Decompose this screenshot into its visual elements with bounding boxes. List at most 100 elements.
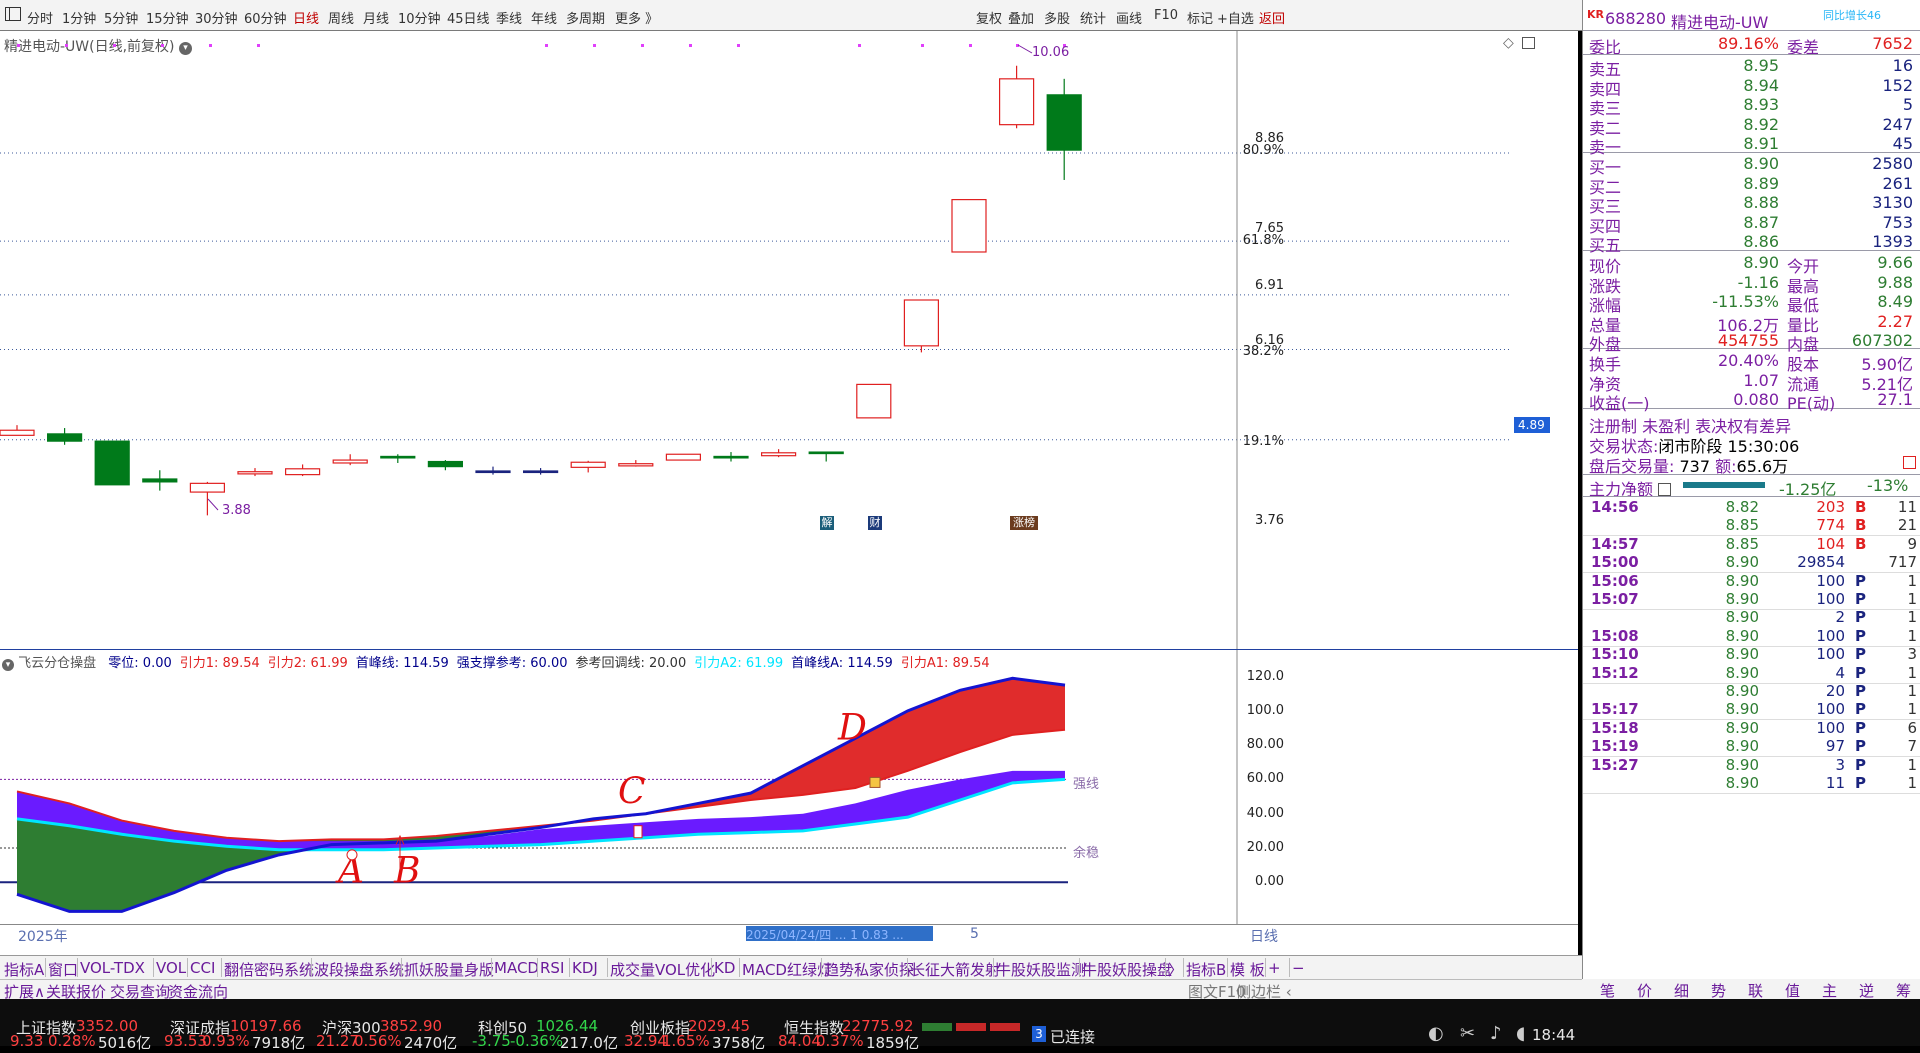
period-tab[interactable]: 多周期 bbox=[566, 8, 605, 27]
indicator-tab[interactable]: 长征大箭发射 bbox=[910, 959, 1000, 980]
period-tab[interactable]: 季线 bbox=[496, 8, 522, 27]
connection-badge[interactable]: 3 bbox=[1032, 1026, 1046, 1042]
toolbar-action[interactable]: 返回 bbox=[1259, 8, 1285, 27]
period-tab[interactable]: 月线 bbox=[363, 8, 389, 27]
candle[interactable] bbox=[189, 481, 225, 516]
period-tab[interactable]: 60分钟 bbox=[244, 8, 287, 27]
indicator-tab[interactable]: 翻倍密码系统 bbox=[224, 959, 314, 980]
period-tab[interactable]: 更多 》 bbox=[615, 8, 658, 27]
tools-icon[interactable]: ✂ bbox=[1460, 1023, 1475, 1044]
period-tab[interactable]: 30分钟 bbox=[195, 8, 238, 27]
indicator-tab[interactable]: RSI bbox=[540, 959, 564, 977]
indicator-tab[interactable]: MACD红绿灯 bbox=[742, 959, 832, 980]
period-tab[interactable]: 5分钟 bbox=[104, 8, 138, 27]
candle[interactable] bbox=[665, 453, 702, 461]
quote-tab[interactable]: 联 bbox=[1748, 980, 1763, 1001]
candle[interactable] bbox=[522, 468, 559, 475]
candle[interactable] bbox=[951, 199, 987, 253]
toolbar-action[interactable]: 多股 bbox=[1044, 8, 1070, 27]
period-tab[interactable]: 10分钟 bbox=[398, 8, 441, 27]
extension-tabs: 扩展∧ 关联报价 交易查询 资金流向 图文F10 侧边栏 ‹ bbox=[0, 979, 1582, 1001]
period-tab[interactable]: 15分钟 bbox=[146, 8, 189, 27]
candle[interactable] bbox=[380, 454, 416, 463]
indicator-tab[interactable]: 牛股妖股监测 bbox=[996, 959, 1086, 980]
toolbar-action[interactable]: 复权 bbox=[976, 8, 1002, 27]
indicator-plot[interactable]: A BCD bbox=[0, 650, 1578, 925]
quote-tab[interactable]: 势 bbox=[1711, 980, 1726, 1001]
quote-tab[interactable]: 笔 bbox=[1600, 980, 1615, 1001]
period-tab[interactable]: 周线 bbox=[328, 8, 354, 27]
indicator-tab[interactable]: 波段操盘系统 bbox=[314, 959, 404, 980]
period-tab[interactable]: 分时 bbox=[27, 8, 53, 27]
bell-icon[interactable]: ♪ bbox=[1490, 1023, 1502, 1044]
toolbar-action[interactable]: 叠加 bbox=[1008, 8, 1034, 27]
candle[interactable] bbox=[475, 466, 511, 475]
trade-direction: P bbox=[1855, 700, 1866, 719]
indicator-tab[interactable]: + bbox=[1268, 959, 1281, 977]
indicator-tab[interactable]: 成交量VOL优化 bbox=[610, 959, 715, 980]
candle[interactable] bbox=[427, 460, 463, 471]
candle[interactable] bbox=[856, 383, 892, 419]
quote-tab[interactable]: 筹 bbox=[1896, 980, 1911, 1001]
indicator-tab[interactable]: 抓妖股量身版 bbox=[404, 959, 494, 980]
indicator-tab[interactable]: CCI bbox=[190, 959, 215, 977]
kline-chart[interactable]: 精进电动-UW(日线,前复权) ▾ ◇ 8.86 7.65 6.91 6.16 3.76… bbox=[0, 31, 1578, 649]
event-marker-unlock[interactable]: 解 bbox=[820, 516, 834, 530]
indicator-tab[interactable]: 〉 bbox=[1168, 959, 1183, 980]
candle[interactable] bbox=[570, 460, 606, 473]
candle[interactable] bbox=[618, 460, 654, 467]
candle[interactable] bbox=[760, 449, 797, 458]
candle[interactable] bbox=[46, 428, 83, 445]
volume-icon[interactable]: ◖ bbox=[1516, 1023, 1525, 1044]
candle[interactable] bbox=[94, 440, 130, 486]
compass-icon[interactable]: ◐ bbox=[1428, 1023, 1444, 1044]
period-tab[interactable]: 45日线 bbox=[447, 8, 490, 27]
candle[interactable] bbox=[903, 299, 940, 353]
quote-tab[interactable]: 价 bbox=[1637, 980, 1652, 1001]
quote-tab[interactable]: 主 bbox=[1822, 980, 1837, 1001]
candle[interactable] bbox=[713, 452, 749, 462]
event-marker-limit-up[interactable]: 涨榜 bbox=[1010, 516, 1038, 530]
quote-tab[interactable]: 逆 bbox=[1859, 980, 1874, 1001]
list-icon[interactable] bbox=[1658, 483, 1672, 496]
candle[interactable] bbox=[142, 470, 178, 491]
candle[interactable] bbox=[285, 464, 321, 477]
candle[interactable] bbox=[332, 454, 368, 466]
indicator-panel[interactable]: ▾ 飞云分仓操盘 零位: 0.00 引力1: 89.54 引力2: 61.99 首峰线… bbox=[0, 649, 1578, 925]
indicator-tab[interactable]: 窗口 bbox=[48, 959, 78, 980]
toolbar-action[interactable]: +自选 bbox=[1217, 8, 1254, 27]
period-tab[interactable]: 年线 bbox=[531, 8, 557, 27]
indicator-tab[interactable]: 趋势私家侦探 bbox=[824, 959, 914, 980]
panel-toggle-icon[interactable] bbox=[5, 7, 21, 21]
quote-tab[interactable]: 细 bbox=[1674, 980, 1689, 1001]
row-value: 8.89 bbox=[1743, 173, 1779, 193]
indicator-tab[interactable]: MACD bbox=[494, 959, 539, 977]
indicator-tab[interactable]: − bbox=[1292, 959, 1305, 977]
candle[interactable] bbox=[1046, 78, 1082, 180]
candle[interactable] bbox=[0, 425, 35, 436]
candle[interactable] bbox=[998, 65, 1035, 129]
indicator-tab[interactable]: 指标B bbox=[1186, 959, 1226, 980]
toolbar-action[interactable]: 画线 bbox=[1116, 8, 1142, 27]
candle-body bbox=[189, 482, 225, 493]
kline-plot[interactable] bbox=[0, 31, 1578, 649]
date-axis[interactable]: 2025年 2025/04/24/四 ... 1 0.83 ... 5 日线 bbox=[0, 924, 1578, 956]
event-marker-report[interactable]: 财 bbox=[868, 516, 882, 530]
indicator-tab[interactable]: VOL-TDX bbox=[80, 959, 145, 977]
toolbar-action[interactable]: 标记 bbox=[1187, 8, 1213, 27]
indicator-tab[interactable]: 指标A bbox=[4, 959, 44, 980]
indicator-tab[interactable]: KD bbox=[714, 959, 735, 977]
indicator-tab[interactable]: 牛股妖股操盘 bbox=[1082, 959, 1172, 980]
indicator-tab[interactable]: 模 板 bbox=[1230, 959, 1265, 980]
calendar-icon[interactable] bbox=[1903, 456, 1916, 469]
period-tab[interactable]: 日线 bbox=[293, 8, 319, 27]
indicator-tab[interactable]: VOL bbox=[156, 959, 186, 977]
candle[interactable] bbox=[808, 451, 844, 462]
toolbar-action[interactable]: 统计 bbox=[1080, 8, 1106, 27]
indicator-tab[interactable]: KDJ bbox=[572, 959, 598, 977]
quote-tab[interactable]: 值 bbox=[1785, 980, 1800, 1001]
period-tab[interactable]: 1分钟 bbox=[62, 8, 96, 27]
row-value: 8.91 bbox=[1743, 134, 1779, 154]
toolbar-action[interactable]: F10 bbox=[1154, 8, 1178, 23]
candle[interactable] bbox=[237, 468, 273, 477]
